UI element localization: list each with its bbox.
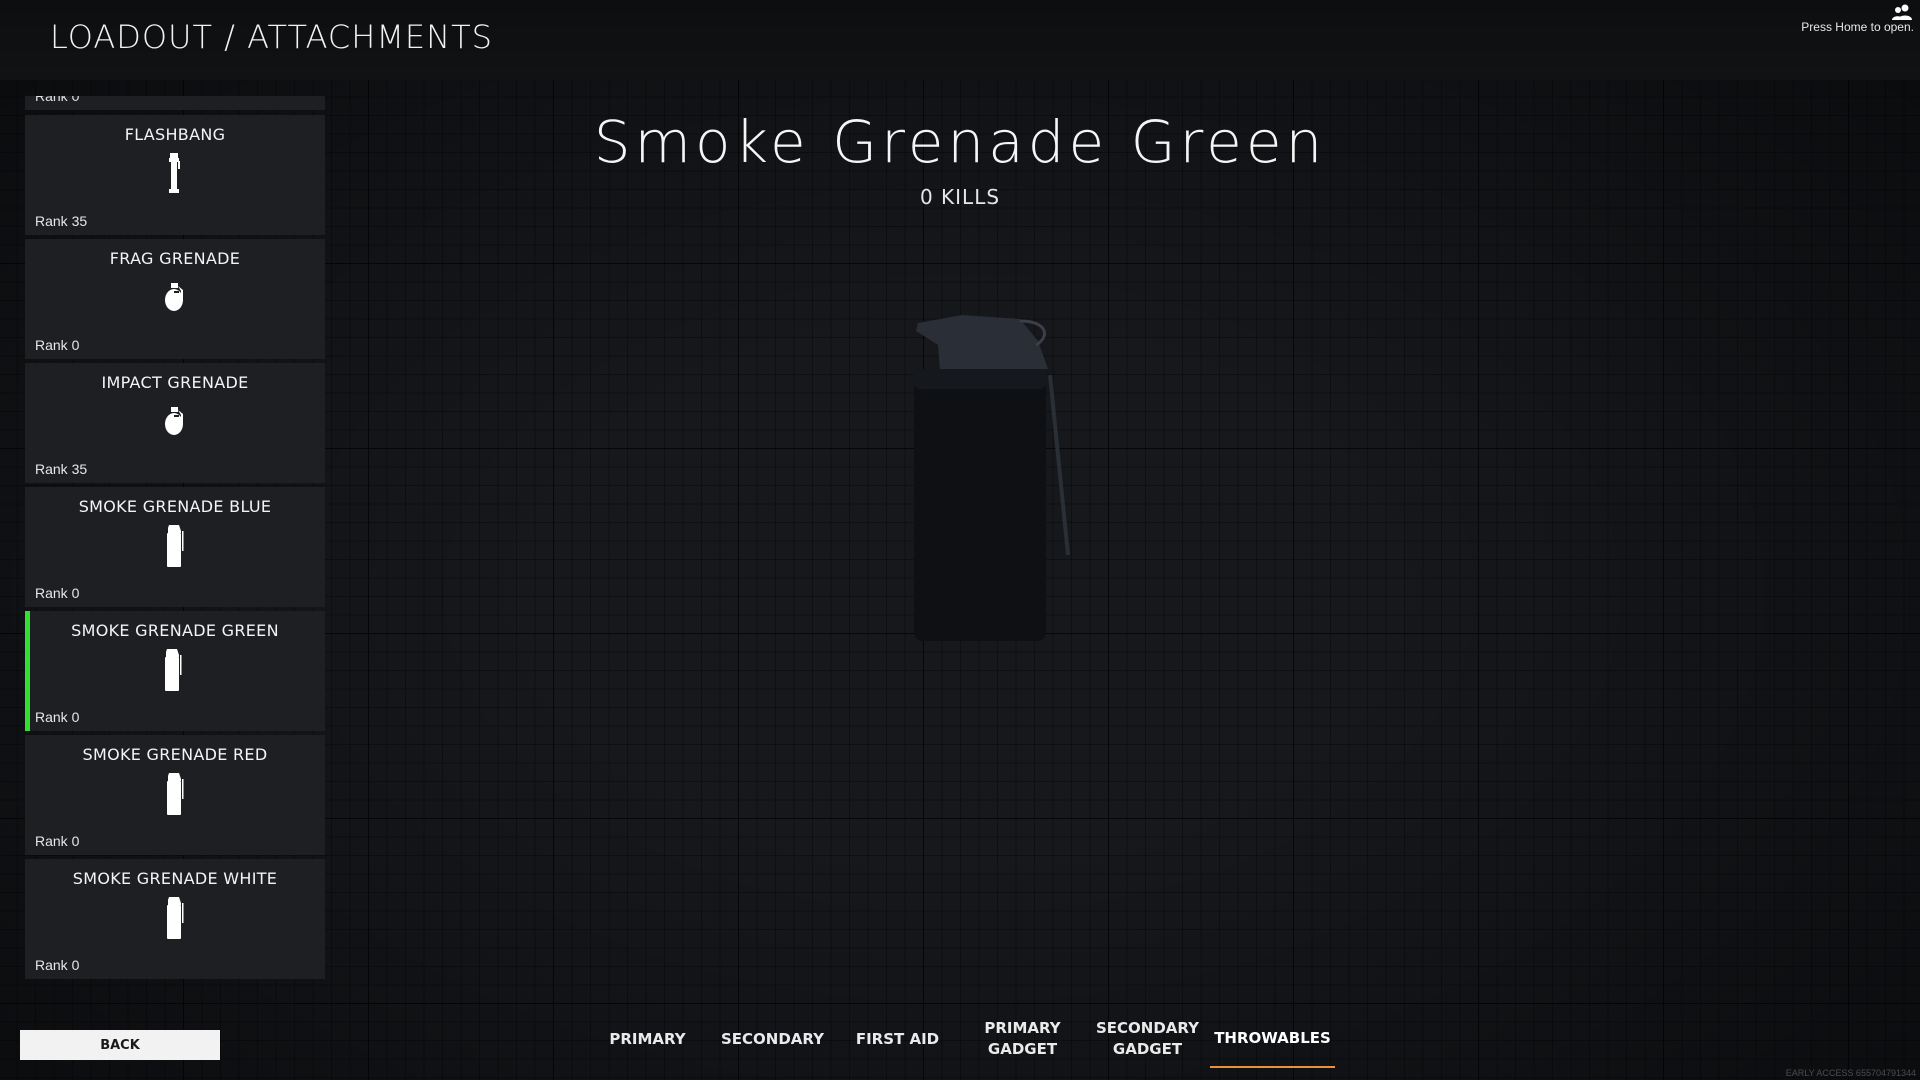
- list-item-impact-grenade[interactable]: IMPACT GRENADE Rank 35: [25, 363, 325, 483]
- list-item-frag-grenade[interactable]: FRAG GRENADE Rank 0: [25, 239, 325, 359]
- list-item-smoke-grenade-red[interactable]: SMOKE GRENADE RED Rank 0: [25, 735, 325, 855]
- page-title: LOADOUT / ATTACHMENTS: [50, 18, 493, 56]
- list-item-rank: Rank 0: [35, 96, 80, 104]
- smoke-grenade-icon: [167, 525, 184, 567]
- tab-secondary-gadget[interactable]: SECONDARY GADGET: [1085, 1010, 1210, 1068]
- smoke-grenade-icon: [164, 649, 181, 691]
- tab-primary[interactable]: PRIMARY: [585, 1010, 710, 1068]
- list-item-name: SMOKE GRENADE GREEN: [71, 621, 279, 640]
- tab-primary-gadget[interactable]: PRIMARY GADGET: [960, 1010, 1085, 1068]
- weapon-title: Smoke Grenade Green: [593, 108, 1327, 176]
- tab-first-aid[interactable]: FIRST AID: [835, 1010, 960, 1068]
- list-item-name: SMOKE GRENADE WHITE: [72, 869, 278, 888]
- list-item-rank: Rank 0: [35, 585, 80, 601]
- social-hint: Press Home to open.: [1801, 20, 1914, 34]
- list-item-smoke-grenade-green[interactable]: SMOKE GRENADE GREEN Rank 0: [25, 611, 325, 731]
- social-panel[interactable]: Press Home to open.: [1801, 4, 1914, 34]
- weapon-kills: 0 KILLS: [919, 185, 1001, 209]
- list-item-rank: Rank 35: [35, 461, 88, 477]
- friends-icon[interactable]: [1890, 4, 1914, 20]
- list-item-rank: Rank 0: [35, 709, 80, 725]
- list-item-name: SMOKE GRENADE RED: [82, 745, 268, 764]
- list-item-name: FRAG GRENADE: [109, 249, 241, 268]
- version-label: EARLY ACCESS 655704791344: [1785, 1068, 1916, 1078]
- list-item-rank: Rank 0: [35, 833, 80, 849]
- list-item-rank: Rank 0: [35, 337, 80, 353]
- impact-grenade-icon: [165, 407, 183, 435]
- list-item-name: IMPACT GRENADE: [101, 373, 249, 392]
- tab-throwables[interactable]: THROWABLES: [1210, 1010, 1335, 1068]
- smoke-grenade-model[interactable]: [900, 315, 1100, 655]
- top-bar: LOADOUT / ATTACHMENTS Press Home to open…: [0, 0, 1920, 80]
- category-tabs: PRIMARY SECONDARY FIRST AID PRIMARY GADG…: [585, 1010, 1335, 1070]
- back-button[interactable]: BACK: [20, 1030, 220, 1060]
- smoke-grenade-icon: [167, 773, 184, 815]
- tab-secondary[interactable]: SECONDARY: [710, 1010, 835, 1068]
- smoke-grenade-icon: [167, 897, 184, 939]
- frag-grenade-icon: [165, 283, 183, 311]
- list-item-rank: Rank 0: [35, 957, 80, 973]
- list-item-rank: Rank 35: [35, 213, 88, 229]
- list-item-smoke-grenade-blue[interactable]: SMOKE GRENADE BLUE Rank 0: [25, 487, 325, 607]
- list-item-name: SMOKE GRENADE BLUE: [78, 497, 272, 516]
- list-item-smoke-grenade-white[interactable]: SMOKE GRENADE WHITE Rank 0: [25, 859, 325, 979]
